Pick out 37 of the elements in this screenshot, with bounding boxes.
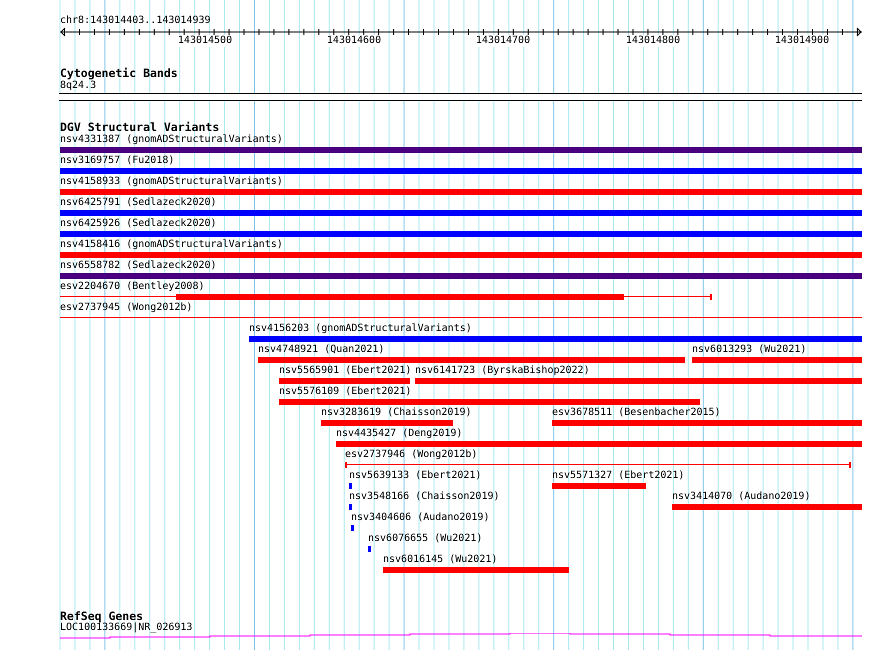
ruler-tick-label: 143014600 — [326, 35, 382, 47]
variant-label: nsv5576109 (Ebert2021) — [279, 386, 412, 398]
variant-label: nsv6013293 (Wu2021) — [692, 344, 806, 356]
variant-label: nsv4158416 (gnomADStructuralVariants) — [60, 239, 283, 251]
variant-label: nsv3283619 (Chaisson2019) — [321, 407, 472, 419]
variant-label: nsv5565901 (Ebert2021) — [279, 365, 412, 377]
variant-label: nsv6016145 (Wu2021) — [383, 554, 498, 566]
variant-label: nsv4156203 (gnomADStructuralVariants) — [249, 323, 472, 335]
variant-label: nsv4331387 (gnomADStructuralVariants) — [60, 134, 283, 146]
variant-label: nsv5639133 (Ebert2021) — [349, 470, 482, 482]
variant-label: nsv3404606 (Audano2019) — [351, 512, 490, 524]
ruler-tick-label: 143014900 — [774, 35, 830, 47]
variant-label: nsv3169757 (Fu2018) — [60, 155, 174, 167]
ruler-tick-label: 143014700 — [476, 35, 530, 47]
ruler-tick-label: 143014800 — [626, 35, 680, 47]
variant-label: esv2737945 (Wong2012b) — [60, 302, 192, 314]
variant-label: nsv6076655 (Wu2021) — [368, 533, 482, 545]
track-title: Cytogenetic Bands — [60, 67, 178, 80]
variant-label: nsv3414070 (Audano2019) — [672, 491, 810, 503]
variant-label: nsv4435427 (Deng2019) — [336, 428, 462, 440]
variant-label: nsv6141723 (ByrskaBishop2022) — [415, 365, 590, 377]
variant-label: nsv4748921 (Quan2021) — [258, 344, 384, 356]
variant-label: nsv6425926 (Sedlazeck2020) — [60, 218, 217, 230]
variant-label: esv2204670 (Bentley2008) — [60, 281, 204, 293]
track-title: DGV Structural Variants — [60, 121, 220, 134]
variant-label: nsv6558782 (Sedlazeck2020) — [60, 260, 217, 272]
ruler-tick-label: 143014500 — [178, 35, 232, 47]
variant-label: esv3678511 (Besenbacher2015) — [552, 407, 721, 419]
variant-label: nsv6425791 (Sedlazeck2020) — [60, 197, 217, 209]
location-label: chr8:143014403..143014939 — [60, 15, 211, 27]
variant-label: nsv3548166 (Chaisson2019) — [349, 491, 500, 503]
variant-label: esv2737946 (Wong2012b) — [345, 449, 478, 461]
variant-label: nsv5571327 (Ebert2021) — [552, 470, 684, 482]
band-label: 8q24.3 — [60, 80, 96, 92]
track-title: RefSeq Genes — [60, 610, 144, 623]
gene-label: LOC100133669|NR_026913 — [60, 622, 192, 634]
variant-label: nsv4158933 (gnomADStructuralVariants) — [60, 176, 283, 188]
